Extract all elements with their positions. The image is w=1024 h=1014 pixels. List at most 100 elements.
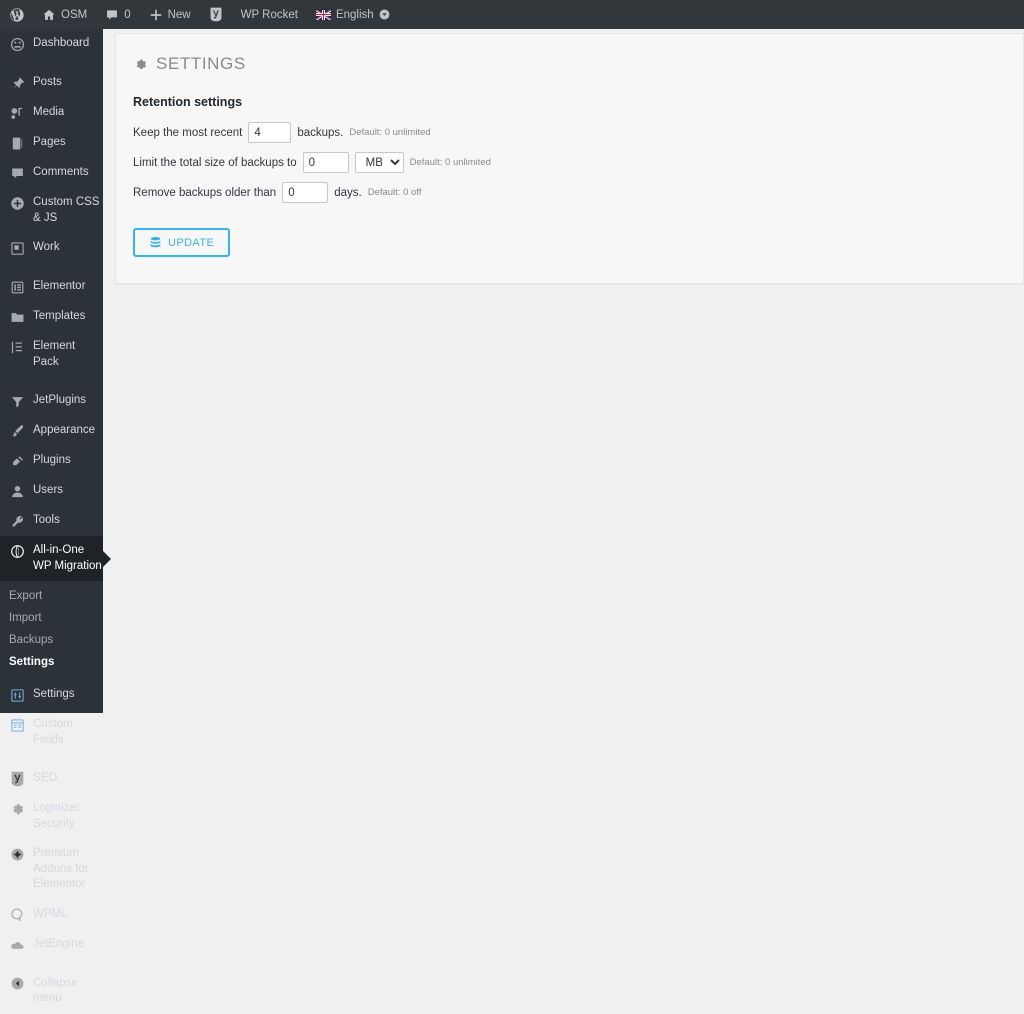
- new-content-menu[interactable]: New: [140, 0, 200, 29]
- sidebar-item-jetengine[interactable]: JetEngine: [0, 930, 103, 960]
- sidebar-item-templates[interactable]: Templates: [0, 302, 103, 332]
- comment-count: 0: [124, 9, 130, 21]
- keep-most-recent-label: Keep the most recent: [133, 127, 242, 139]
- plus-circle-icon: [9, 195, 25, 211]
- row-remove-older-than: Remove backups older than days. Default:…: [133, 182, 1023, 203]
- database-icon: [149, 236, 162, 249]
- sidebar-item-label: Loginizer Security: [33, 801, 103, 832]
- limit-total-size-label: Limit the total size of backups to: [133, 157, 297, 169]
- sidebar-item-label: Premium Addons for Elementor: [33, 846, 103, 893]
- menu-separator: [0, 59, 103, 68]
- wordpress-icon: [9, 7, 25, 23]
- folder-icon: [9, 309, 25, 325]
- sidebar-item-label: SEO: [33, 771, 57, 787]
- sidebar-item-element-pack[interactable]: Element Pack: [0, 332, 103, 377]
- submenu-item-import[interactable]: Import: [0, 607, 103, 629]
- sidebar-item-label: Custom Fields: [33, 717, 103, 748]
- submenu-item-backups[interactable]: Backups: [0, 629, 103, 651]
- sidebar-item-custom-css-js[interactable]: Custom CSS & JS: [0, 188, 103, 233]
- new-content-label: New: [168, 9, 191, 21]
- sidebar-item-tools[interactable]: Tools: [0, 506, 103, 536]
- wpml-icon: [9, 907, 25, 923]
- menu-separator: [0, 960, 103, 969]
- sidebar-item-wpml[interactable]: WPML: [0, 900, 103, 930]
- sidebar-item-label: Settings: [33, 687, 75, 703]
- sidebar-item-label: Pages: [33, 135, 66, 151]
- sidebar-item-elementor[interactable]: Elementor: [0, 272, 103, 302]
- comment-icon: [105, 8, 119, 22]
- page-title: SETTINGS: [116, 34, 1023, 74]
- wordpress-logo-button[interactable]: [0, 0, 33, 29]
- sidebar-item-work[interactable]: Work: [0, 233, 103, 263]
- sidebar-item-label: Elementor: [33, 279, 85, 295]
- site-name-menu[interactable]: OSM: [33, 0, 96, 29]
- ai1wm-icon: [9, 543, 25, 559]
- sidebar-item-all-in-one-wp-migration[interactable]: All-in-One WP Migration: [0, 536, 103, 581]
- limit-total-size-input[interactable]: [303, 152, 349, 173]
- gear-icon: [9, 801, 25, 817]
- sidebar-item-label: Users: [33, 483, 63, 499]
- sidebar-item-appearance[interactable]: Appearance: [0, 416, 103, 446]
- menu-separator: [0, 263, 103, 272]
- sidebar-item-media[interactable]: Media: [0, 98, 103, 128]
- sidebar-item-label: All-in-One WP Migration: [33, 543, 103, 574]
- page-icon: [9, 135, 25, 151]
- content-area: SETTINGS Retention settings Keep the mos…: [103, 29, 1024, 713]
- sidebar-item-seo[interactable]: SEO: [0, 764, 103, 794]
- yoast-seo-icon: [9, 771, 25, 787]
- yoast-seo-menu[interactable]: [200, 0, 232, 29]
- sidebar-item-label: Appearance: [33, 423, 95, 439]
- sidebar-item-label: Comments: [33, 165, 89, 181]
- sidebar-item-label: Element Pack: [33, 339, 103, 370]
- sidebar-item-users[interactable]: Users: [0, 476, 103, 506]
- row-limit-total-size: Limit the total size of backups to MB GB…: [133, 152, 1023, 173]
- sidebar-item-label: Work: [33, 240, 60, 256]
- gear-icon: [133, 57, 148, 72]
- sidebar-item-pages[interactable]: Pages: [0, 128, 103, 158]
- keep-most-recent-hint: Default: 0 unlimited: [349, 127, 430, 138]
- sidebar-item-collapse-menu[interactable]: Collapse menu: [0, 969, 103, 1014]
- admin-bar: OSM 0 New WP Rocket: [0, 0, 1024, 29]
- sidebar-item-label: Plugins: [33, 453, 71, 469]
- sidebar-item-premium-addons-for-elementor[interactable]: Premium Addons for Elementor: [0, 839, 103, 900]
- yoast-seo-icon: [209, 7, 223, 22]
- submenu-all-in-one-wp-migration: Export Import Backups Settings: [0, 581, 103, 680]
- work-icon: [9, 240, 25, 256]
- page-title-text: SETTINGS: [156, 54, 246, 74]
- comments-menu[interactable]: 0: [96, 0, 139, 29]
- sidebar-item-loginizer-security[interactable]: Loginizer Security: [0, 794, 103, 839]
- section-title: Retention settings: [116, 74, 1023, 109]
- submenu-item-export[interactable]: Export: [0, 585, 103, 607]
- sidebar-item-label: Media: [33, 105, 64, 121]
- jetengine-icon: [9, 937, 25, 953]
- sidebar-item-settings[interactable]: Settings: [0, 680, 103, 710]
- sidebar-item-posts[interactable]: Posts: [0, 68, 103, 98]
- remove-older-than-label: Remove backups older than: [133, 187, 276, 199]
- funnel-icon: [9, 393, 25, 409]
- comment-icon: [9, 165, 25, 181]
- sidebar-item-custom-fields[interactable]: Custom Fields: [0, 710, 103, 755]
- custom-fields-icon: [9, 717, 25, 733]
- retention-settings-rows: Keep the most recent backups. Default: 0…: [116, 109, 1023, 203]
- sidebar-item-label: Collapse menu: [33, 976, 103, 1007]
- sidebar-item-label: JetPlugins: [33, 393, 86, 409]
- language-menu[interactable]: English: [307, 0, 399, 29]
- size-unit-select[interactable]: MB GB: [355, 152, 404, 173]
- menu-separator: [0, 755, 103, 764]
- plug-icon: [9, 453, 25, 469]
- submenu-item-settings[interactable]: Settings: [0, 651, 103, 673]
- collapse-icon: [9, 976, 25, 992]
- sidebar-item-comments[interactable]: Comments: [0, 158, 103, 188]
- keep-most-recent-input[interactable]: [248, 122, 291, 143]
- sidebar-item-jetplugins[interactable]: JetPlugins: [0, 386, 103, 416]
- sidebar-item-label: WPML: [33, 907, 68, 923]
- wp-rocket-menu[interactable]: WP Rocket: [232, 0, 307, 29]
- update-button[interactable]: Update: [133, 228, 230, 257]
- update-button-label: Update: [168, 237, 214, 249]
- settings-sliders-icon: [9, 687, 25, 703]
- remove-older-than-input[interactable]: [282, 182, 328, 203]
- sidebar-item-plugins[interactable]: Plugins: [0, 446, 103, 476]
- sidebar-item-dashboard[interactable]: Dashboard: [0, 29, 103, 59]
- sidebar-item-label: Tools: [33, 513, 60, 529]
- elementor-icon: [9, 279, 25, 295]
